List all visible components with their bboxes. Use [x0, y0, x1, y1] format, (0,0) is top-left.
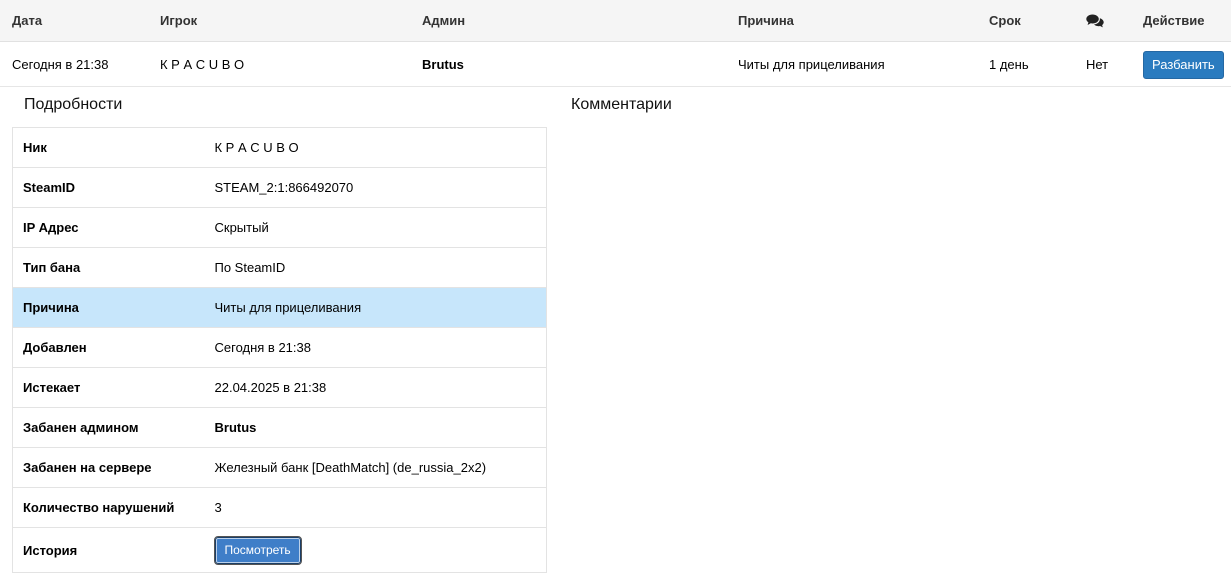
row-player: К Р А С U В О [160, 57, 245, 72]
comments-icon-svg [1086, 14, 1104, 27]
row-reason: Читы для прицеливания [738, 57, 885, 72]
comments-title: Комментарии [571, 96, 672, 113]
details-value: Посмотреть [205, 528, 547, 573]
unban-button[interactable]: Разбанить [1143, 50, 1224, 79]
details-value: По SteamID [214, 260, 286, 275]
row-term: 1 день [989, 57, 1029, 72]
details-label: Забанен админом [23, 420, 139, 435]
details-label: SteamID [23, 180, 76, 195]
details-label: Истекает [23, 380, 81, 395]
details-row-steamid: SteamID STEAM_2:1:866492070 [12, 167, 547, 208]
view-history-button[interactable]: Посмотреть [213, 535, 302, 565]
table-row[interactable]: Сегодня в 21:38 К Р А С U В О Brutus Чит… [0, 43, 1231, 87]
details-label: Добавлен [23, 340, 87, 355]
row-date: Сегодня в 21:38 [12, 57, 109, 72]
details-row-nick: Ник К Р А С U В О [13, 128, 547, 168]
table-header-row: Дата Игрок Админ Причина Срок Действие [0, 0, 1231, 42]
details-label: Количество нарушений [23, 500, 175, 515]
details-row-ban-type: Тип бана По SteamID [12, 247, 547, 288]
details-table: Ник К Р А С U В О SteamID STEAM_2:1:8664… [12, 127, 547, 573]
details-row-added: Добавлен Сегодня в 21:38 [12, 327, 547, 368]
comments-icon [1086, 0, 1104, 41]
details-value: Железный банк [DeathMatch] (de_russia_2x… [214, 460, 487, 475]
details-label: Причина [23, 300, 79, 315]
details-label: Забанен на сервере [23, 460, 152, 475]
header-player: Игрок [160, 13, 198, 28]
details-value: Читы для прицеливания [214, 300, 362, 315]
details-label: IP Адрес [23, 220, 79, 235]
details-row-ip: IP Адрес Скрытый [12, 207, 547, 248]
details-row-banned-by: Забанен админом Brutus [12, 407, 547, 448]
row-comments: Нет [1086, 57, 1109, 72]
details-value: STEAM_2:1:866492070 [214, 180, 354, 195]
details-value: Сегодня в 21:38 [214, 340, 311, 355]
details-label: История [23, 542, 78, 558]
row-action: Разбанить [1143, 43, 1224, 86]
details-row-violations: Количество нарушений 3 [12, 487, 547, 528]
details-row-history: История Посмотреть [12, 527, 547, 573]
details-value: Скрытый [214, 220, 269, 235]
details-title: Подробности [24, 96, 123, 113]
details-row-expires: Истекает 22.04.2025 в 21:38 [12, 367, 547, 408]
header-date: Дата [12, 13, 43, 28]
details-row-server: Забанен на сервере Железный банк [DeathM… [12, 447, 547, 488]
header-admin: Админ [422, 13, 466, 28]
details-value: 3 [214, 500, 222, 515]
details-label: Тип бана [23, 260, 81, 275]
header-action: Действие [1143, 13, 1205, 28]
row-admin: Brutus [422, 57, 464, 72]
details-value: К Р А С U В О [214, 140, 299, 155]
details-label: Ник [23, 140, 47, 155]
header-reason: Причина [738, 13, 794, 28]
details-value: Brutus [214, 420, 257, 435]
header-term: Срок [989, 13, 1021, 28]
details-row-reason: Причина Читы для прицеливания [12, 287, 547, 328]
details-value: 22.04.2025 в 21:38 [214, 380, 327, 395]
